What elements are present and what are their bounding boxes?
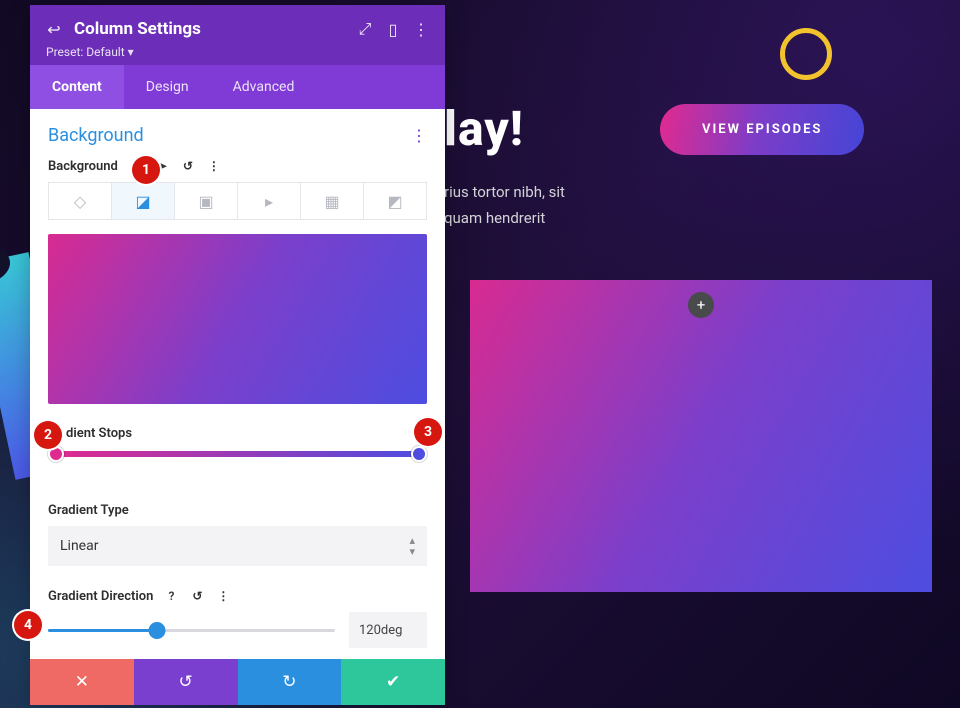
gradient-direction-slider[interactable] [48, 629, 335, 632]
tab-advanced[interactable]: Advanced [211, 65, 317, 109]
expand-icon[interactable]: ⤢ [357, 19, 373, 39]
direction-kebab-icon[interactable]: ⋮ [215, 588, 231, 604]
add-module-button[interactable]: + [688, 292, 714, 318]
save-button[interactable]: ✔ [341, 659, 445, 705]
kebab-icon[interactable]: ⋮ [413, 20, 429, 39]
gradient-direction-handle[interactable] [149, 622, 166, 639]
tab-design[interactable]: Design [124, 65, 211, 109]
hero-title: lay! [444, 100, 524, 157]
decorative-ring [780, 28, 832, 80]
column-settings-panel: ↩ Column Settings ⤢ ▯ ⋮ Preset: Default … [30, 5, 445, 705]
gradient-type-label: Gradient Type [48, 503, 427, 518]
panel-body: Background ⋮ Background ▫ ➤ ↺ ⋮ ◇ ◪ ▣ ▸ … [30, 109, 445, 659]
redo-button[interactable]: ↻ [238, 659, 342, 705]
bg-type-gradient-icon[interactable]: ◪ [112, 183, 175, 219]
gradient-stops-label: dient Stops [66, 426, 427, 441]
section-title-background[interactable]: Background [48, 125, 144, 146]
help-icon[interactable]: ? [163, 588, 179, 604]
background-field-label: Background ▫ ➤ ↺ ⋮ [48, 158, 427, 174]
gradient-type-select[interactable]: Linear ▴▾ [48, 526, 427, 566]
view-episodes-button[interactable]: VIEW EPISODES [660, 104, 864, 155]
chevron-updown-icon: ▴▾ [409, 535, 415, 557]
annotation-1: 1 [132, 156, 160, 184]
reset-icon[interactable]: ↺ [180, 158, 196, 174]
gradient-stops-slider[interactable] [52, 451, 423, 457]
cancel-button[interactable]: ✕ [30, 659, 134, 705]
layout-icon[interactable]: ▯ [385, 20, 401, 39]
tab-content[interactable]: Content [30, 65, 124, 109]
panel-title: Column Settings [74, 19, 345, 39]
gradient-preview [48, 234, 427, 404]
panel-footer: ✕ ↺ ↻ ✔ [30, 659, 445, 705]
section-kebab-icon[interactable]: ⋮ [411, 126, 427, 145]
gradient-direction-label: Gradient Direction ? ↺ ⋮ [48, 588, 427, 604]
annotation-2: 2 [34, 421, 62, 449]
bg-type-color-icon[interactable]: ◇ [49, 183, 112, 219]
gradient-type-value: Linear [60, 538, 98, 554]
hero-text: rius tortor nibh, sit quam hendrerit [444, 180, 565, 231]
back-icon[interactable]: ↩ [46, 20, 62, 39]
bg-type-pattern-icon[interactable]: ▦ [301, 183, 364, 219]
background-type-tabs: ◇ ◪ ▣ ▸ ▦ ◩ [48, 182, 427, 220]
gradient-stop-handle-2[interactable] [411, 446, 427, 462]
annotation-3: 3 [414, 418, 442, 446]
annotation-4: 4 [14, 611, 42, 639]
panel-header: ↩ Column Settings ⤢ ▯ ⋮ Preset: Default … [30, 5, 445, 65]
settings-tabs: Content Design Advanced [30, 65, 445, 109]
direction-reset-icon[interactable]: ↺ [189, 588, 205, 604]
preset-selector[interactable]: Preset: Default ▾ [46, 45, 429, 59]
gradient-direction-input[interactable]: 120deg [349, 612, 427, 648]
undo-button[interactable]: ↺ [134, 659, 238, 705]
bg-type-video-icon[interactable]: ▸ [238, 183, 301, 219]
bg-type-image-icon[interactable]: ▣ [175, 183, 238, 219]
bg-type-mask-icon[interactable]: ◩ [364, 183, 426, 219]
column-gradient-preview[interactable] [470, 280, 932, 592]
field-kebab-icon[interactable]: ⋮ [206, 158, 222, 174]
